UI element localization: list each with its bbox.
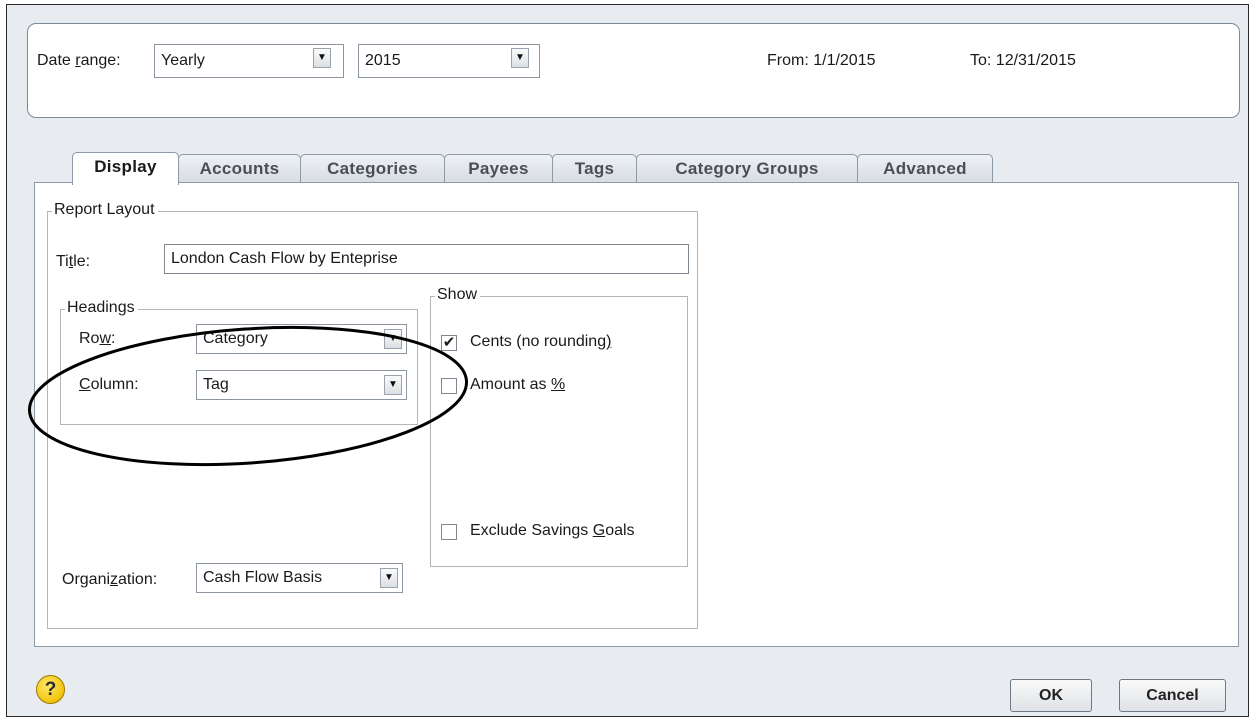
report-layout-title: Report Layout (52, 201, 158, 219)
column-label: Column: (79, 376, 139, 393)
tab-accounts[interactable]: Accounts (178, 154, 301, 184)
chevron-down-icon[interactable]: ▼ (384, 329, 402, 349)
cancel-button[interactable]: Cancel (1119, 679, 1226, 712)
from-date: From: 1/1/2015 (767, 52, 876, 69)
cents-checkbox[interactable]: ✔ (441, 335, 457, 351)
chevron-down-icon[interactable]: ▼ (313, 48, 331, 68)
title-input[interactable]: London Cash Flow by Enteprise (164, 244, 689, 274)
tab-advanced[interactable]: Advanced (857, 154, 993, 184)
date-range-panel: Date range: Yearly ▼ 2015 ▼ From: 1/1/20… (27, 23, 1240, 118)
chevron-down-icon[interactable]: ▼ (384, 375, 402, 395)
report-dialog: Date range: Yearly ▼ 2015 ▼ From: 1/1/20… (6, 4, 1249, 717)
tab-tags[interactable]: Tags (552, 154, 637, 184)
date-range-value: Yearly (161, 52, 205, 69)
headings-title: Headings (65, 299, 138, 317)
exclude-savings-goals-label: Exclude Savings Goals (470, 522, 635, 539)
column-heading-value: Tag (203, 376, 229, 393)
headings-group: Headings Row: Category ▼ Column: Tag ▼ (60, 299, 418, 425)
to-date: To: 12/31/2015 (970, 52, 1076, 69)
report-layout-group: Report Layout Title: London Cash Flow by… (47, 201, 698, 629)
cents-label: Cents (no rounding) (470, 333, 612, 350)
amount-percent-label: Amount as % (470, 376, 566, 393)
show-title: Show (435, 286, 481, 304)
tab-payees[interactable]: Payees (444, 154, 553, 184)
year-select[interactable]: 2015 ▼ (358, 44, 540, 78)
ok-button[interactable]: OK (1010, 679, 1092, 712)
amount-percent-checkbox[interactable] (441, 378, 457, 394)
exclude-savings-goals-checkbox[interactable] (441, 524, 457, 540)
tab-display[interactable]: Display (72, 152, 179, 185)
organization-value: Cash Flow Basis (203, 569, 323, 586)
row-heading-value: Category (203, 330, 268, 347)
column-heading-select[interactable]: Tag ▼ (196, 370, 407, 400)
organization-select[interactable]: Cash Flow Basis ▼ (196, 563, 403, 593)
tab-categories[interactable]: Categories (300, 154, 445, 184)
chevron-down-icon[interactable]: ▼ (380, 568, 398, 588)
title-label: Title: (56, 253, 91, 270)
tab-category-groups[interactable]: Category Groups (636, 154, 858, 184)
year-value: 2015 (365, 52, 401, 69)
organization-label: Organization: (62, 571, 158, 588)
show-group: Show ✔ Cents (no rounding) Amount as % E… (430, 286, 688, 567)
help-icon[interactable]: ? (36, 675, 65, 704)
checkmark-icon: ✔ (442, 334, 456, 351)
title-value: London Cash Flow by Enteprise (171, 250, 398, 267)
display-tab-panel: Report Layout Title: London Cash Flow by… (34, 182, 1239, 647)
date-range-select[interactable]: Yearly ▼ (154, 44, 344, 78)
date-range-label: Date range: (37, 52, 121, 69)
row-heading-select[interactable]: Category ▼ (196, 324, 407, 354)
chevron-down-icon[interactable]: ▼ (511, 48, 529, 68)
row-label: Row: (79, 330, 116, 347)
